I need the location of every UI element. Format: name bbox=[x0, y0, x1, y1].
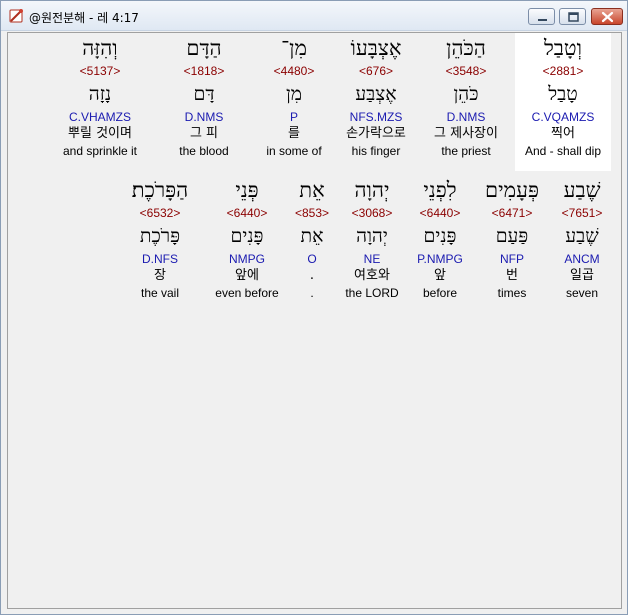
hebrew-word: פְּנֵי bbox=[235, 178, 259, 202]
english-gloss: the vail bbox=[140, 286, 180, 300]
hebrew-lemma: אֶצְבַּע bbox=[355, 83, 397, 105]
english-gloss: in some of bbox=[266, 144, 322, 158]
strong-number: <2881> bbox=[542, 64, 584, 78]
word-cell[interactable]: פְּנֵי <6440> פָּנִים NMPG 앞에 even befor… bbox=[199, 175, 295, 301]
korean-gloss: 찍어 bbox=[551, 126, 575, 141]
korean-gloss: 장 bbox=[154, 268, 166, 283]
window-title: @원전분해 - 레 4:17 bbox=[29, 11, 139, 25]
interlinear-panel: וְטָבַל <2881> טָבַל C.VQAMZS 찍어 And - s… bbox=[7, 32, 622, 609]
parsing-code: D.NMS bbox=[184, 110, 224, 124]
word-cell[interactable]: הַפָּרֹכֶת׃ <6532> פָּרֹכֶת D.NFS 장 the … bbox=[112, 175, 208, 301]
hebrew-word: וְטָבַל bbox=[543, 36, 582, 60]
minimize-button[interactable] bbox=[528, 8, 555, 25]
word-cell-selected[interactable]: וְטָבַל <2881> טָבַל C.VQAMZS 찍어 And - s… bbox=[515, 33, 611, 171]
parsing-code: D.NFS bbox=[142, 252, 178, 266]
parsing-code: NMPG bbox=[229, 252, 265, 266]
hebrew-word: הַפָּרֹכֶת׃ bbox=[131, 178, 189, 202]
english-gloss: the priest bbox=[441, 144, 491, 158]
title-bar[interactable]: @원전분해 - 레 4:17 bbox=[1, 1, 627, 31]
english-gloss: and sprinkle it bbox=[62, 144, 138, 158]
strong-number: <6532> bbox=[139, 206, 181, 220]
parsing-code: C.VQAMZS bbox=[531, 110, 595, 124]
hebrew-word: אֶצְבָּעוֹ bbox=[350, 36, 402, 60]
close-icon bbox=[601, 11, 614, 23]
english-gloss: And - shall dip bbox=[524, 144, 602, 158]
word-cell[interactable]: מִן־ <4480> מִן P 를 in some of bbox=[246, 33, 342, 159]
strong-number: <4480> bbox=[273, 64, 315, 78]
hebrew-lemma: פָּנִים bbox=[230, 225, 264, 247]
strong-number: <1818> bbox=[183, 64, 225, 78]
hebrew-lemma: מִן bbox=[285, 83, 303, 105]
english-gloss: his finger bbox=[351, 144, 401, 158]
parsing-code: C.VHAMZS bbox=[68, 110, 131, 124]
korean-gloss: 손가락으로 bbox=[346, 126, 406, 141]
parsing-code: D.NMS bbox=[446, 110, 486, 124]
hebrew-lemma: דָּם bbox=[193, 83, 215, 105]
korean-gloss: 앞에 bbox=[235, 268, 259, 283]
close-button[interactable] bbox=[591, 8, 623, 25]
maximize-button[interactable] bbox=[559, 8, 586, 25]
app-icon[interactable] bbox=[8, 7, 25, 24]
strong-number: <6440> bbox=[226, 206, 268, 220]
word-cell[interactable]: אֶצְבָּעוֹ <676> אֶצְבַּע NFS.MZS 손가락으로 … bbox=[328, 33, 424, 159]
english-gloss: the blood bbox=[179, 144, 229, 158]
hebrew-lemma: טָבַל bbox=[548, 83, 578, 105]
korean-gloss: 뿌릴 것이며 bbox=[68, 126, 132, 141]
app-window: @원전분해 - 레 4:17 וְטָבַל <2881> טָבַל C.VQ… bbox=[0, 0, 628, 615]
hebrew-word: וְהִזָּה bbox=[82, 36, 118, 60]
maximize-icon bbox=[568, 12, 579, 22]
word-cell[interactable]: הַדָּם <1818> דָּם D.NMS 그 피 the blood bbox=[156, 33, 252, 159]
word-cell[interactable]: הַכֹּהֵן <3548> כֹּהֵן D.NMS 그 제사장이 the … bbox=[418, 33, 514, 159]
strong-number: <676> bbox=[358, 64, 394, 78]
hebrew-lemma: פָּרֹכֶת bbox=[139, 225, 181, 247]
strong-number: <5137> bbox=[79, 64, 121, 78]
korean-gloss: 그 제사장이 bbox=[434, 126, 498, 141]
korean-gloss: 그 피 bbox=[189, 126, 219, 141]
word-cell[interactable]: וְהִזָּה <5137> נָזָה C.VHAMZS 뿌릴 것이며 an… bbox=[52, 33, 148, 159]
hebrew-word: מִן־ bbox=[281, 36, 307, 60]
hebrew-word: הַדָּם bbox=[186, 36, 222, 60]
hebrew-lemma: נָזָה bbox=[88, 83, 112, 105]
parsing-code: NFS.MZS bbox=[349, 110, 403, 124]
hebrew-word: הַכֹּהֵן bbox=[446, 36, 486, 60]
english-gloss: even before bbox=[215, 286, 279, 300]
parsing-code: P bbox=[289, 110, 298, 124]
strong-number: <3548> bbox=[445, 64, 487, 78]
korean-gloss: 를 bbox=[288, 126, 300, 141]
minimize-icon bbox=[538, 19, 547, 21]
hebrew-lemma: כֹּהֵן bbox=[453, 83, 479, 105]
